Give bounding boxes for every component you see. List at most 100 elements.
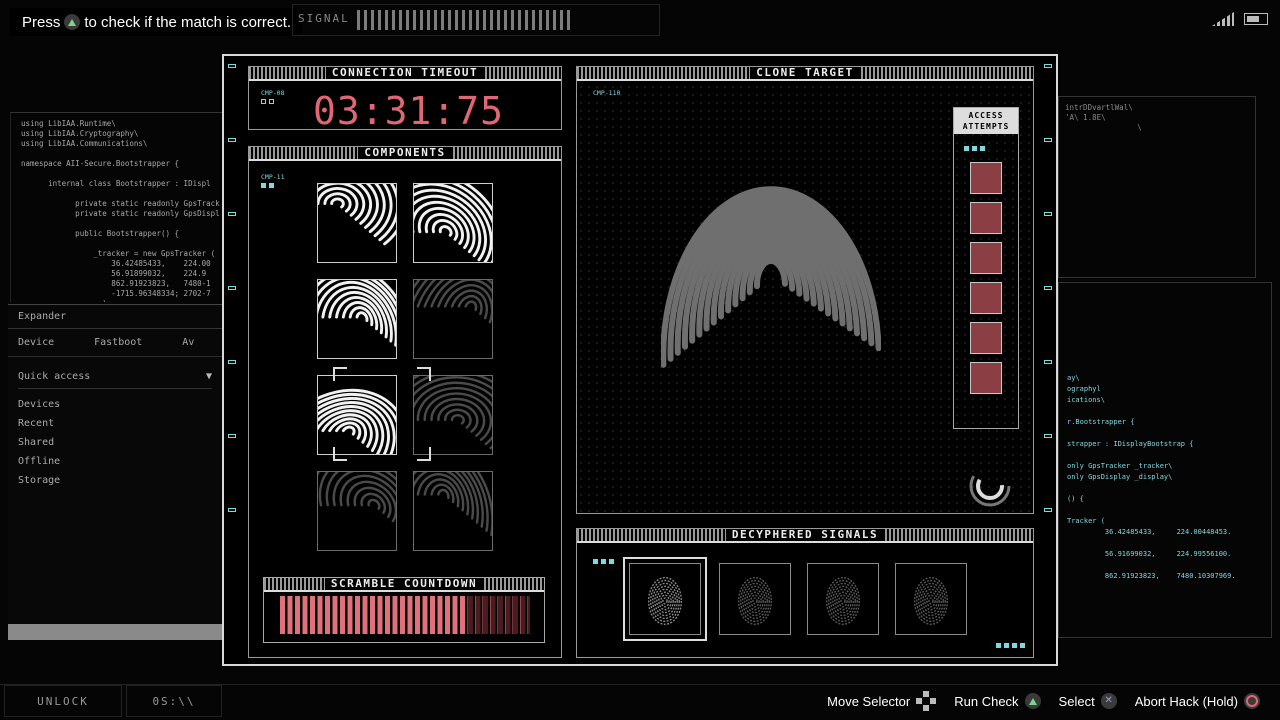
decyphered-signals-panel: DECYPHERED SIGNALS — [576, 528, 1034, 658]
quick-access-label: Quick access — [18, 371, 91, 382]
triangle-button-icon — [1024, 693, 1041, 709]
bottom-bar: UNLOCK 0S:\\ Move Selector Run Check Sel… — [0, 684, 1280, 720]
attempts-title-2: ATTEMPTS — [962, 122, 1010, 131]
access-attempts-header: ACCESS ATTEMPTS — [954, 108, 1018, 134]
hint-banner: Press to check if the match is correct. — [10, 8, 302, 36]
expander-title: Expander — [8, 305, 222, 329]
fingerprint-fragment-icon — [414, 280, 492, 324]
component-tile[interactable] — [413, 471, 493, 551]
scramble-remaining — [468, 596, 530, 634]
status-dots — [261, 99, 274, 104]
hint-prefix: Press — [22, 13, 61, 31]
access-attempts-panel: ACCESS ATTEMPTS — [953, 107, 1019, 429]
fingerprint-icon — [737, 576, 773, 625]
access-attempt-slot — [970, 362, 1002, 394]
tab-fastboot: Fastboot — [94, 337, 143, 348]
control-hints: Move Selector Run Check Select Abort Hac… — [827, 691, 1260, 711]
countdown-timer: 03:31:75 — [313, 89, 505, 133]
component-tile[interactable] — [317, 471, 397, 551]
system-icons — [1212, 12, 1268, 26]
clone-target-title: CLONE TARGET — [750, 67, 860, 79]
components-panel: COMPONENTS CMP-11 SCRAMBLE COUNTDOWN — [248, 146, 562, 658]
connection-timeout-title: CONNECTION TIMEOUT — [325, 67, 485, 79]
tab-device: Device — [18, 337, 55, 348]
list-item: Offline — [18, 456, 61, 467]
components-tag: CMP-11 — [261, 173, 285, 181]
signal-meter — [357, 10, 571, 30]
component-tile[interactable] — [317, 183, 397, 263]
list-item: Recent — [18, 418, 55, 429]
component-tile[interactable] — [413, 183, 493, 263]
access-attempt-slot — [970, 282, 1002, 314]
components-header: COMPONENTS — [249, 147, 561, 161]
target-fingerprint — [661, 186, 881, 368]
components-dots — [261, 183, 274, 188]
fingerprint-fragment-icon — [414, 472, 492, 537]
connection-tag: CMP-08 — [261, 89, 285, 97]
run-check-label: Run Check — [954, 693, 1019, 709]
list-item: Shared — [18, 437, 55, 448]
clone-tag: CMP-110 — [593, 89, 621, 97]
scramble-title: SCRAMBLE COUNTDOWN — [324, 578, 484, 590]
abort-hack-label: Abort Hack (Hold) — [1134, 693, 1238, 709]
signal-label: SIGNAL — [298, 12, 350, 25]
signals-title: DECYPHERED SIGNALS — [725, 529, 885, 541]
expander-panel: Expander Device Fastboot Av Quick access… — [8, 304, 222, 640]
cross-button-icon — [1100, 693, 1117, 709]
quick-access-header: Quick access ▼ — [18, 365, 212, 389]
signals-dots-bottom — [996, 643, 1025, 648]
wifi-icon — [1212, 12, 1234, 26]
decyphered-signal-slot[interactable] — [895, 563, 967, 635]
fingerprint-icon — [913, 576, 949, 625]
attempts-title-1: ACCESS — [968, 111, 1004, 120]
list-item: Devices — [18, 399, 61, 410]
signal-inner-frame — [629, 563, 701, 635]
move-selector-hint[interactable]: Move Selector — [827, 691, 937, 711]
fingerprint-fragment-icon — [414, 184, 492, 262]
decyphered-signal-slot[interactable] — [807, 563, 879, 635]
scramble-countdown: SCRAMBLE COUNTDOWN — [263, 577, 545, 643]
code-window-left: using LibIAA.Runtime\ using LibIAA.Crypt… — [10, 112, 222, 302]
components-title: COMPONENTS — [358, 147, 452, 159]
loading-ring-icon — [969, 465, 1011, 507]
quick-access-list: Devices Recent Shared Offline Storage — [8, 389, 222, 496]
signals-dots — [593, 559, 614, 564]
expander-tabs: Device Fastboot Av — [8, 329, 222, 357]
scramble-header: SCRAMBLE COUNTDOWN — [264, 578, 544, 592]
access-attempt-slot — [970, 322, 1002, 354]
tab-av: Av — [182, 337, 195, 348]
decyphered-signal-slot[interactable] — [719, 563, 791, 635]
move-selector-label: Move Selector — [827, 693, 911, 709]
caret-down-icon: ▼ — [205, 371, 212, 382]
hint-suffix: to check if the match is correct. — [84, 13, 292, 31]
fingerprint-icon — [825, 576, 861, 625]
bottom-code: 0S:\\ — [126, 685, 222, 717]
circle-button-icon — [1244, 693, 1260, 709]
access-attempt-slot — [970, 242, 1002, 274]
battery-icon — [1244, 13, 1268, 25]
dpad-icon — [916, 691, 937, 711]
connection-timeout-header: CONNECTION TIMEOUT — [249, 67, 561, 81]
code-window-right-bottom: ay\ ographyl ications\ r.Bootstrapper { … — [1058, 282, 1272, 638]
access-attempt-slot — [970, 162, 1002, 194]
decyphered-signal-slot[interactable] — [623, 557, 707, 641]
hack-window: CONNECTION TIMEOUT CMP-08 03:31:75 COMPO… — [222, 54, 1058, 666]
connection-timeout-panel: CONNECTION TIMEOUT CMP-08 03:31:75 — [248, 66, 562, 133]
fingerprint-icon — [647, 576, 683, 625]
select-label: Select — [1058, 693, 1095, 709]
fingerprint-fragment-icon — [318, 472, 396, 523]
attempts-dots — [964, 146, 985, 151]
access-attempt-slot — [970, 202, 1002, 234]
fingerprint-fragment-icon — [318, 280, 396, 347]
expander-scrollbar — [8, 624, 222, 640]
edge-markers-left — [228, 64, 236, 582]
component-tile[interactable] — [317, 279, 397, 359]
run-check-hint[interactable]: Run Check — [954, 693, 1041, 709]
abort-hack-hint[interactable]: Abort Hack (Hold) — [1135, 693, 1260, 709]
list-item: Storage — [18, 475, 61, 486]
component-tile[interactable] — [413, 279, 493, 359]
edge-markers-right — [1044, 64, 1052, 582]
triangle-button-icon — [64, 14, 81, 30]
select-hint[interactable]: Select — [1059, 693, 1117, 709]
clone-target-header: CLONE TARGET — [577, 67, 1033, 81]
